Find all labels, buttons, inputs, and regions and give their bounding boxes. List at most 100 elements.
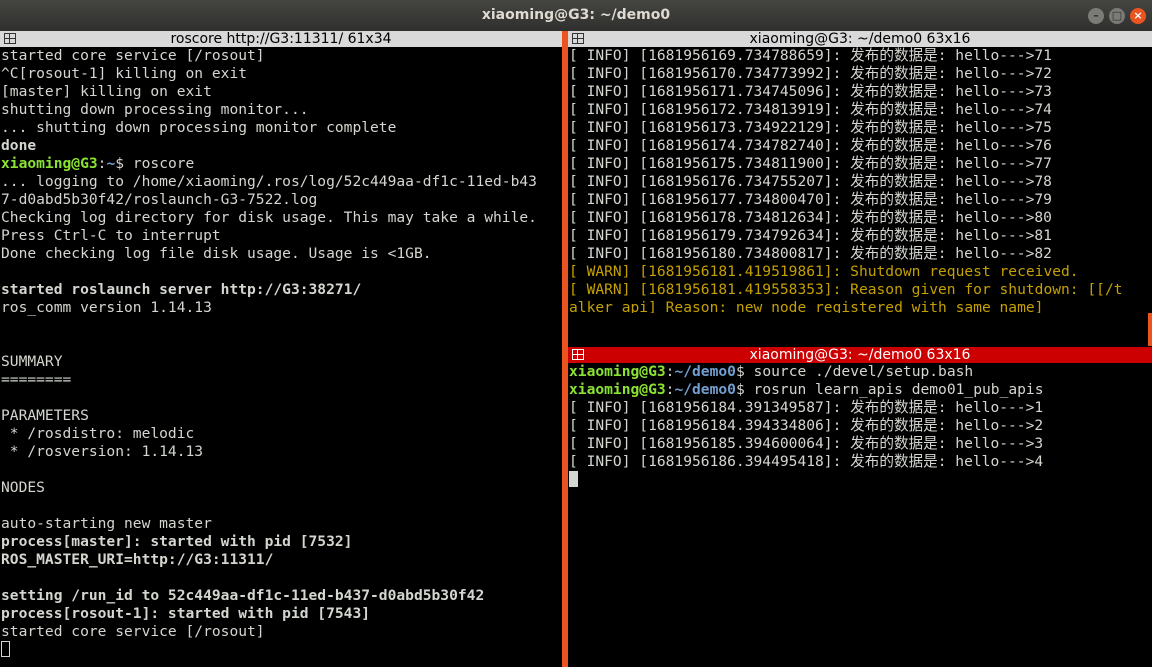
terminal-line: xiaoming@G3:~/demo0$ rosrun learn_apis d… xyxy=(569,381,1044,399)
prompt-user-host: xiaoming@G3 xyxy=(569,363,666,380)
split-terminal-icon[interactable] xyxy=(572,33,584,44)
line-text: ... logging to /home/xiaoming/.ros/log/5… xyxy=(1,173,537,190)
terminal-line: [ INFO] [1681956185.394600064]: 发布的数据是: … xyxy=(569,435,1044,453)
terminal-line: NODES xyxy=(1,479,537,497)
line-text: process[master]: started with pid [7532] xyxy=(1,533,353,550)
shell-prompt: xiaoming@G3:~/demo0$ xyxy=(569,363,745,380)
terminal-line: [ INFO] [1681956171.734745096]: 发布的数据是: … xyxy=(569,83,1123,101)
line-text: [ WARN] [1681956181.419519861]: Shutdown… xyxy=(569,263,1079,280)
terminal-line: [ INFO] [1681956170.734773992]: 发布的数据是: … xyxy=(569,65,1123,83)
terminal-cursor xyxy=(569,471,578,487)
terminal-pane-talker[interactable]: xiaoming@G3: ~/demo0 63x16 [ INFO] [1681… xyxy=(568,31,1152,313)
line-text: Done checking log file disk usage. Usage… xyxy=(1,245,432,262)
terminal-line: [ INFO] [1681956186.394495418]: 发布的数据是: … xyxy=(569,453,1044,471)
window-titlebar[interactable]: xiaoming@G3: ~/demo0 – □ × xyxy=(0,0,1152,31)
terminal-line: * /rosversion: 1.14.13 xyxy=(1,443,537,461)
terminal-output[interactable]: [ INFO] [1681956169.734788659]: 发布的数据是: … xyxy=(569,47,1123,313)
line-text: source ./devel/setup.bash xyxy=(744,363,974,380)
line-text: setting /run_id to 52c449aa-df1c-11ed-b4… xyxy=(1,587,485,604)
line-text: started core service [/rosout] xyxy=(1,623,265,640)
split-terminal-icon[interactable] xyxy=(572,349,584,360)
line-text: [ INFO] [1681956184.391349587]: 发布的数据是: … xyxy=(569,399,1044,416)
terminal-line: ros_comm version 1.14.13 xyxy=(1,299,537,317)
pane-titlebar-active[interactable]: xiaoming@G3: ~/demo0 63x16 xyxy=(568,347,1152,363)
terminal-line: [master] killing on exit xyxy=(1,83,537,101)
terminal-line: [ INFO] [1681956175.734811900]: 发布的数据是: … xyxy=(569,155,1123,173)
pane-titlebar[interactable]: xiaoming@G3: ~/demo0 63x16 xyxy=(568,31,1152,47)
line-text: NODES xyxy=(1,479,45,496)
terminal-pane-roscore[interactable]: roscore http://G3:11311/ 61x34 started c… xyxy=(0,31,562,667)
terminal-line: * /rosdistro: melodic xyxy=(1,425,537,443)
terminal-line: [ INFO] [1681956184.394334806]: 发布的数据是: … xyxy=(569,417,1044,435)
line-text: [ INFO] [1681956186.394495418]: 发布的数据是: … xyxy=(569,453,1044,470)
line-text: Checking log directory for disk usage. T… xyxy=(1,209,537,226)
terminal-line: [ INFO] [1681956173.734922129]: 发布的数据是: … xyxy=(569,119,1123,137)
terminal-line: [ INFO] [1681956176.734755207]: 发布的数据是: … xyxy=(569,173,1123,191)
terminal-line: ROS_MASTER_URI=http://G3:11311/ xyxy=(1,551,537,569)
line-text: [ INFO] [1681956169.734788659]: 发布的数据是: … xyxy=(569,47,1052,64)
terminal-line: Checking log directory for disk usage. T… xyxy=(1,209,537,227)
line-text: roscore xyxy=(124,155,195,172)
terminal-line: Press Ctrl-C to interrupt xyxy=(1,227,537,245)
line-text: [ INFO] [1681956171.734745096]: 发布的数据是: … xyxy=(569,83,1052,100)
terminal-line: [ INFO] [1681956177.734800470]: 发布的数据是: … xyxy=(569,191,1123,209)
terminal-line: process[master]: started with pid [7532] xyxy=(1,533,537,551)
terminal-line: xiaoming@G3:~/demo0$ source ./devel/setu… xyxy=(569,363,1044,381)
terminal-line: alker_api] Reason: new node registered w… xyxy=(569,299,1123,313)
terminal-output[interactable]: xiaoming@G3:~/demo0$ source ./devel/setu… xyxy=(569,363,1044,489)
terminal-line: [ INFO] [1681956178.734812634]: 发布的数据是: … xyxy=(569,209,1123,227)
terminal-line xyxy=(1,641,537,659)
line-text: process[rosout-1]: started with pid [754… xyxy=(1,605,371,622)
line-text: Press Ctrl-C to interrupt xyxy=(1,227,221,244)
terminal-line: 7-d0abd5b30f42/roslaunch-G3-7522.log xyxy=(1,191,537,209)
terminal-pane-active[interactable]: xiaoming@G3: ~/demo0 63x16 xiaoming@G3:~… xyxy=(568,347,1152,667)
prompt-path: ~/demo0 xyxy=(674,381,736,398)
line-text: rosrun learn_apis demo01_pub_apis xyxy=(744,381,1044,398)
terminal-line: [ INFO] [1681956180.734800817]: 发布的数据是: … xyxy=(569,245,1123,263)
terminal-line: ^C[rosout-1] killing on exit xyxy=(1,65,537,83)
terminal-line: [ WARN] [1681956181.419519861]: Shutdown… xyxy=(569,263,1123,281)
line-text: [ INFO] [1681956179.734792634]: 发布的数据是: … xyxy=(569,227,1052,244)
line-text: [ INFO] [1681956180.734800817]: 发布的数据是: … xyxy=(569,245,1052,262)
minimize-button[interactable]: – xyxy=(1088,8,1104,24)
terminal-line: started core service [/rosout] xyxy=(1,47,537,65)
line-text: [ INFO] [1681956176.734755207]: 发布的数据是: … xyxy=(569,173,1052,190)
line-text: [ INFO] [1681956185.394600064]: 发布的数据是: … xyxy=(569,435,1044,452)
line-text: [ INFO] [1681956173.734922129]: 发布的数据是: … xyxy=(569,119,1052,136)
prompt-symbol: $ xyxy=(735,381,745,398)
terminal-line: xiaoming@G3:~$ roscore xyxy=(1,155,537,173)
pane-titlebar[interactable]: roscore http://G3:11311/ 61x34 xyxy=(0,31,562,47)
split-terminal-icon[interactable] xyxy=(4,33,16,44)
line-text: PARAMETERS xyxy=(1,407,89,424)
terminal-line: [ INFO] [1681956169.734788659]: 发布的数据是: … xyxy=(569,47,1123,65)
close-button[interactable]: × xyxy=(1130,8,1146,24)
line-text: * /rosdistro: melodic xyxy=(1,425,195,442)
line-text: [ INFO] [1681956172.734813919]: 发布的数据是: … xyxy=(569,101,1052,118)
line-text: ^C[rosout-1] killing on exit xyxy=(1,65,248,82)
terminal-line: [ INFO] [1681956184.391349587]: 发布的数据是: … xyxy=(569,399,1044,417)
terminal-line: SUMMARY xyxy=(1,353,537,371)
pane-edge xyxy=(1148,313,1152,346)
pane-divider-horizontal[interactable] xyxy=(568,313,1152,317)
line-text: started core service [/rosout] xyxy=(1,47,265,64)
line-text: started roslaunch server http://G3:38271… xyxy=(1,281,362,298)
terminal-line: [ WARN] [1681956181.419558353]: Reason g… xyxy=(569,281,1123,299)
terminal-line: ... shutting down processing monitor com… xyxy=(1,119,537,137)
terminal-output[interactable]: started core service [/rosout] ^C[rosout-… xyxy=(1,47,537,659)
terminal-line: done xyxy=(1,137,537,155)
prompt-symbol: $ xyxy=(115,155,125,172)
line-text: [ INFO] [1681956170.734773992]: 发布的数据是: … xyxy=(569,65,1052,82)
line-text: [master] killing on exit xyxy=(1,83,212,100)
line-text: auto-starting new master xyxy=(1,515,212,532)
terminal-line: [ INFO] [1681956174.734782740]: 发布的数据是: … xyxy=(569,137,1123,155)
line-text: SUMMARY xyxy=(1,353,63,370)
terminal-line: auto-starting new master xyxy=(1,515,537,533)
line-text: 7-d0abd5b30f42/roslaunch-G3-7522.log xyxy=(1,191,318,208)
maximize-button[interactable]: □ xyxy=(1109,8,1125,24)
terminal-line: ... logging to /home/xiaoming/.ros/log/5… xyxy=(1,173,537,191)
